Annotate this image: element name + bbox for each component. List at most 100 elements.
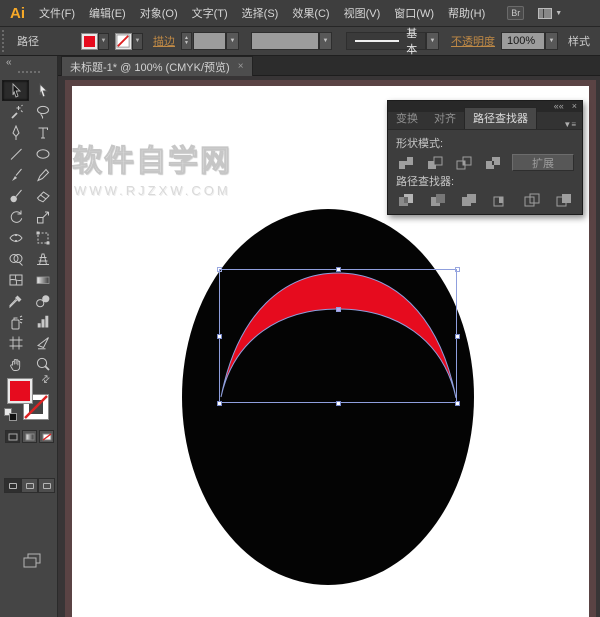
magic-wand-tool[interactable] bbox=[2, 101, 29, 122]
panel-tab-对齐[interactable]: 对齐 bbox=[426, 108, 464, 129]
symbol-sprayer-tool[interactable] bbox=[2, 311, 29, 332]
free-transform-tool[interactable] bbox=[29, 227, 56, 248]
divide-button[interactable] bbox=[396, 192, 416, 208]
rotate-tool[interactable] bbox=[2, 206, 29, 227]
selection-handle-bottom-left[interactable] bbox=[217, 401, 222, 406]
menu-文字T[interactable]: 文字(T) bbox=[192, 5, 228, 21]
bridge-button[interactable]: Br bbox=[507, 6, 524, 20]
selection-handle-top-right[interactable] bbox=[455, 267, 460, 272]
brush-definition-field[interactable]: 基本 bbox=[346, 32, 426, 50]
ellipse-tool[interactable] bbox=[29, 143, 56, 164]
paintbrush-tool[interactable] bbox=[2, 164, 29, 185]
stroke-color-swatch[interactable] bbox=[115, 33, 132, 50]
outline-button[interactable] bbox=[522, 192, 542, 208]
slice-tool[interactable] bbox=[29, 332, 56, 353]
selection-tool[interactable] bbox=[2, 80, 29, 101]
scale-tool[interactable] bbox=[29, 206, 56, 227]
draw-inside-button[interactable] bbox=[38, 478, 55, 493]
width-profile-field[interactable] bbox=[251, 32, 319, 50]
trim-button[interactable] bbox=[428, 192, 448, 208]
stroke-dropdown-arrow[interactable]: ▼ bbox=[132, 33, 143, 50]
direct-selection-icon bbox=[35, 83, 51, 99]
swap-fill-stroke-icon[interactable]: ⇄ bbox=[39, 373, 53, 387]
gradient-mode-button[interactable] bbox=[22, 430, 37, 443]
width-icon bbox=[8, 230, 24, 246]
width-tool[interactable] bbox=[2, 227, 29, 248]
panel-menu-icon[interactable]: ▼≡ bbox=[557, 120, 582, 129]
menu-文件F[interactable]: 文件(F) bbox=[39, 5, 75, 21]
minus-back-button[interactable] bbox=[554, 192, 574, 208]
direct-selection-tool[interactable] bbox=[29, 80, 56, 101]
close-tab-icon[interactable]: × bbox=[238, 61, 244, 72]
eraser-tool[interactable] bbox=[29, 185, 56, 206]
none-mode-button[interactable] bbox=[39, 430, 54, 443]
expand-button[interactable]: 扩展 bbox=[512, 154, 574, 171]
zoom-tool[interactable] bbox=[29, 353, 56, 374]
pen-tool[interactable] bbox=[2, 122, 29, 143]
opacity-dropdown[interactable]: ▼ bbox=[545, 32, 558, 50]
crop-button[interactable] bbox=[491, 192, 511, 208]
anchor-point[interactable] bbox=[336, 307, 341, 312]
collapse-tools-icon[interactable]: « bbox=[6, 57, 12, 68]
draw-normal-button[interactable] bbox=[4, 478, 21, 493]
zoom-icon bbox=[35, 356, 51, 372]
menu-选择S[interactable]: 选择(S) bbox=[242, 5, 279, 21]
panel-collapse-icon[interactable]: «« bbox=[554, 102, 564, 111]
selection-handle-mid-right[interactable] bbox=[455, 334, 460, 339]
screen-mode-button[interactable] bbox=[22, 552, 42, 573]
panel-tab-变换[interactable]: 变换 bbox=[388, 108, 426, 129]
opacity-label-link[interactable]: 不透明度 bbox=[451, 33, 495, 49]
menu-对象O[interactable]: 对象(O) bbox=[140, 5, 178, 21]
panel-tab-路径查找器[interactable]: 路径查找器 bbox=[464, 107, 537, 129]
width-profile-dropdown[interactable]: ▼ bbox=[319, 32, 332, 50]
blend-tool[interactable] bbox=[29, 290, 56, 311]
document-tab[interactable]: 未标题-1* @ 100% (CMYK/预览) × bbox=[61, 56, 253, 76]
stroke-weight-dropdown[interactable]: ▼ bbox=[226, 32, 239, 50]
selection-handle-top-left[interactable] bbox=[217, 267, 222, 272]
menu-视图V[interactable]: 视图(V) bbox=[344, 5, 381, 21]
blob-brush-tool[interactable] bbox=[2, 185, 29, 206]
selection-handle-bottom-right[interactable] bbox=[455, 401, 460, 406]
minus-front-button[interactable] bbox=[425, 155, 445, 171]
merge-button[interactable] bbox=[459, 192, 479, 208]
fill-dropdown-arrow[interactable]: ▼ bbox=[98, 33, 109, 50]
menu-效果C[interactable]: 效果(C) bbox=[292, 5, 329, 21]
opacity-field[interactable]: 100% bbox=[501, 32, 545, 50]
stroke-weight-field[interactable] bbox=[193, 32, 226, 50]
fill-color-chip[interactable] bbox=[7, 378, 33, 404]
selection-handle-bottom-center[interactable] bbox=[336, 401, 341, 406]
selection-handle-top-center[interactable] bbox=[336, 267, 341, 272]
artboard-tool[interactable] bbox=[2, 332, 29, 353]
type-tool[interactable] bbox=[29, 122, 56, 143]
exclude-button[interactable] bbox=[483, 155, 503, 171]
fill-color-swatch[interactable] bbox=[81, 33, 98, 50]
panel-close-icon[interactable]: × bbox=[572, 102, 577, 111]
mesh-tool[interactable] bbox=[2, 269, 29, 290]
unite-button[interactable] bbox=[396, 155, 416, 171]
hand-tool[interactable] bbox=[2, 353, 29, 374]
selection-bounding-box[interactable] bbox=[219, 269, 457, 403]
lasso-tool[interactable] bbox=[29, 101, 56, 122]
column-graph-tool[interactable] bbox=[29, 311, 56, 332]
color-mode-button[interactable] bbox=[5, 430, 20, 443]
eyedropper-tool[interactable] bbox=[2, 290, 29, 311]
workspace-grid-icon bbox=[538, 8, 552, 19]
selection-handle-mid-left[interactable] bbox=[217, 334, 222, 339]
menu-帮助H[interactable]: 帮助(H) bbox=[448, 5, 485, 21]
pencil-tool[interactable] bbox=[29, 164, 56, 185]
stroke-label-link[interactable]: 描边 bbox=[153, 33, 175, 49]
draw-behind-button[interactable] bbox=[21, 478, 38, 493]
line-segment-tool[interactable] bbox=[2, 143, 29, 164]
gradient-tool[interactable] bbox=[29, 269, 56, 290]
shape-builder-tool[interactable] bbox=[2, 248, 29, 269]
workspace-switcher-button[interactable]: ▼ bbox=[538, 8, 562, 19]
intersect-button[interactable] bbox=[454, 155, 474, 171]
brush-definition-dropdown[interactable]: ▼ bbox=[426, 32, 439, 50]
default-fill-stroke-icon[interactable] bbox=[4, 408, 17, 421]
control-bar-grip[interactable] bbox=[2, 30, 9, 52]
tools-panel-grip[interactable] bbox=[18, 71, 40, 73]
perspective-grid-tool[interactable] bbox=[29, 248, 56, 269]
menu-窗口W[interactable]: 窗口(W) bbox=[394, 5, 434, 21]
menu-编辑E[interactable]: 编辑(E) bbox=[89, 5, 126, 21]
stroke-weight-stepper[interactable]: ▲▼ bbox=[181, 32, 192, 50]
